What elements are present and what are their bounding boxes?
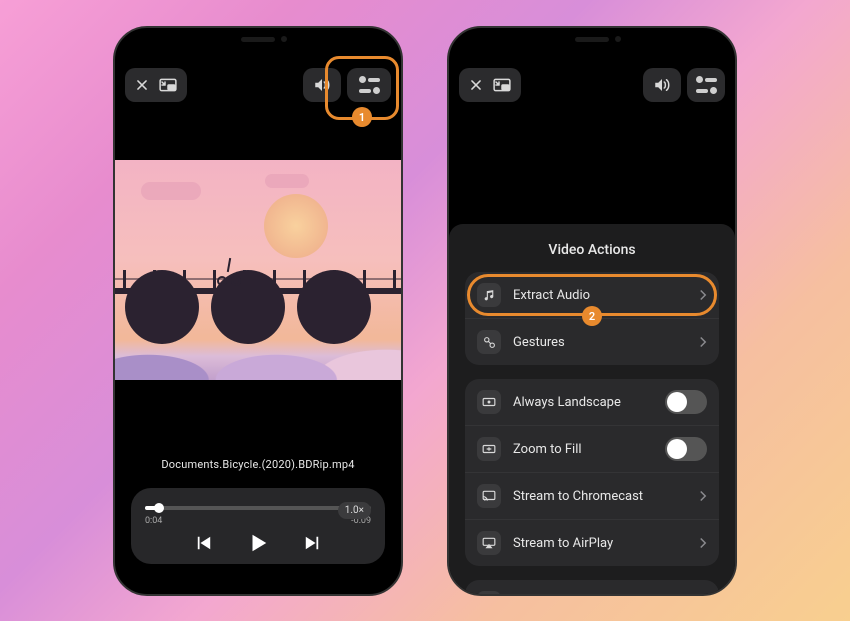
row-label: Stream to Chromecast [513,489,687,504]
actions-group-1: 2 Extract Audio Gestures [465,272,719,365]
chromecast-icon [482,490,496,502]
settings-button[interactable] [347,68,391,102]
close-icon[interactable] [469,78,483,92]
settings-toggles-icon [695,76,717,94]
video-filename: Documents.Bicycle.(2020).BDRip.mp4 [115,458,401,471]
chevron-right-icon [699,537,707,549]
player-topbar [449,68,735,102]
row-label: Extract Audio [513,288,687,303]
pip-icon[interactable] [159,78,177,92]
phone-player: 1 Documents.Bicycle.(2020).BDRip. [113,26,403,596]
row-player-settings[interactable]: Player Settings [465,580,719,594]
row-label: Stream to AirPlay [513,536,687,551]
row-airplay[interactable]: Stream to AirPlay [465,519,719,566]
actions-group-2: Always Landscape Zoom to Fill Stream to … [465,379,719,566]
chevron-right-icon [699,289,707,301]
next-track-button[interactable] [303,535,321,551]
top-left-pill[interactable] [459,68,521,102]
video-frame[interactable] [115,160,401,380]
volume-button[interactable] [303,68,341,102]
row-always-landscape[interactable]: Always Landscape [465,379,719,425]
chevron-right-icon [699,336,707,348]
progress-track[interactable]: 1.0× [145,506,371,510]
player-topbar [115,68,401,102]
annotation-2-badge: 2 [582,306,602,326]
phone-notch [537,28,647,50]
landscape-icon [482,397,496,407]
bicycle-illustration [217,256,243,286]
top-left-pill[interactable] [125,68,187,102]
row-label: Gestures [513,335,687,350]
row-label: Zoom to Fill [513,442,653,457]
row-zoom-to-fill[interactable]: Zoom to Fill [465,425,719,472]
gestures-icon [483,336,496,349]
speed-indicator[interactable]: 1.0× [338,502,371,519]
speaker-icon [653,77,671,93]
play-button[interactable] [247,532,269,554]
video-actions-sheet: Video Actions 2 Extract Audio [449,224,735,594]
pip-icon[interactable] [493,78,511,92]
actions-group-3: Player Settings [465,580,719,594]
phone-actions-sheet: Video Actions 2 Extract Audio [447,26,737,596]
player-controls: 1.0× 0:04 -0:09 [131,488,385,564]
settings-toggles-icon [358,76,380,94]
sheet-title: Video Actions [465,242,719,258]
prev-track-button[interactable] [195,535,213,551]
row-label: Always Landscape [513,395,653,410]
time-elapsed: 0:04 [145,516,162,526]
volume-button[interactable] [643,68,681,102]
row-chromecast[interactable]: Stream to Chromecast [465,472,719,519]
chevron-right-icon [699,490,707,502]
progress-thumb[interactable] [154,503,164,513]
toggle-zoom-fill[interactable] [665,437,707,461]
zoom-fill-icon [482,444,496,454]
toggle-always-landscape[interactable] [665,390,707,414]
phone-notch [203,28,313,50]
annotation-1-badge: 1 [352,107,372,127]
speaker-icon [313,77,331,93]
music-note-icon [483,289,496,302]
close-icon[interactable] [135,78,149,92]
airplay-icon [482,537,496,549]
settings-button[interactable] [687,68,725,102]
